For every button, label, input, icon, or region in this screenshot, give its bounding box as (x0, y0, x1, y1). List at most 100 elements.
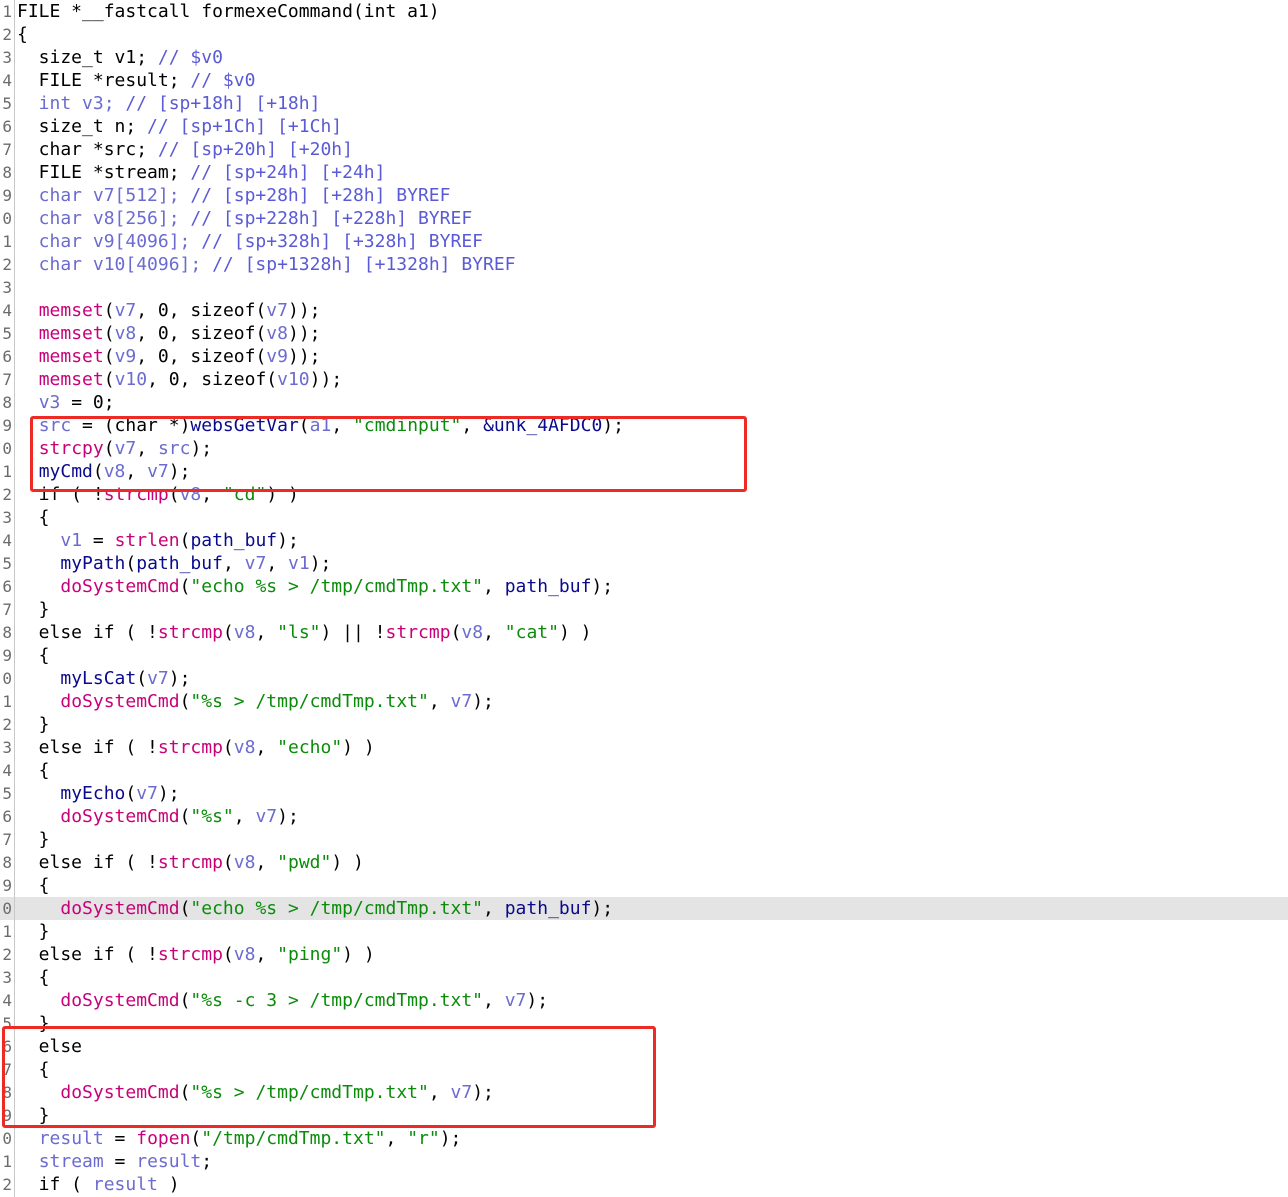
code-line[interactable]: 7 } (0, 598, 1288, 621)
code-line[interactable]: 7 memset(v10, 0, sizeof(v10)); (0, 368, 1288, 391)
code-line[interactable]: 5 int v3; // [sp+18h] [+18h] (0, 92, 1288, 115)
code-token: fopen (136, 1128, 191, 1149)
code-line[interactable]: 1 FILE *__fastcall formexeCommand(int a1) (0, 0, 1288, 23)
code-line[interactable]: 1 } (0, 920, 1288, 943)
code-line[interactable]: 3 size_t v1; // $v0 (0, 46, 1288, 69)
code-line[interactable]: 5 myEcho(v7); (0, 782, 1288, 805)
code-token: ); (591, 898, 614, 919)
code-token: // [sp+28h] [+28h] BYREF (190, 185, 451, 206)
code-token: v7 (114, 300, 137, 321)
pseudocode-view[interactable]: 1 FILE *__fastcall formexeCommand(int a1)… (0, 0, 1288, 1196)
code-token: if ( (17, 1174, 93, 1195)
code-text: char v7[512]; // [sp+28h] [+28h] BYREF (17, 184, 451, 207)
code-token: { (17, 24, 28, 45)
code-line[interactable]: 1 doSystemCmd("%s > /tmp/cmdTmp.txt", v7… (0, 690, 1288, 713)
code-token: "ls" (277, 622, 321, 643)
code-line[interactable]: 2{ (0, 23, 1288, 46)
code-token: = (82, 530, 115, 551)
code-token: ); (439, 1128, 462, 1149)
code-token: = (103, 1128, 137, 1149)
code-token: strcmp (157, 852, 223, 873)
code-line[interactable]: 0 char v8[256]; // [sp+228h] [+228h] BYR… (0, 207, 1288, 230)
code-token: ); (277, 806, 299, 827)
code-line[interactable]: 3 { (0, 966, 1288, 989)
code-line[interactable]: 4 FILE *result; // $v0 (0, 69, 1288, 92)
code-line[interactable]: 4 { (0, 759, 1288, 782)
code-line[interactable]: 0 doSystemCmd("echo %s > /tmp/cmdTmp.txt… (0, 897, 1288, 920)
code-token: "ping" (277, 944, 343, 965)
code-token: ); (526, 990, 549, 1011)
line-number: 8 (2, 853, 12, 872)
code-token: result (92, 1174, 158, 1195)
code-token: doSystemCmd (60, 898, 180, 919)
code-text: } (17, 598, 50, 621)
code-token: )); (287, 300, 321, 321)
code-line[interactable]: 7 char *src; // [sp+20h] [+20h] (0, 138, 1288, 161)
code-text: { (17, 874, 50, 897)
code-text: myPath(path_buf, v7, v1); (17, 552, 331, 575)
code-line[interactable]: 5 memset(v8, 0, sizeof(v8)); (0, 322, 1288, 345)
code-token: // [sp+1Ch] [+1Ch] (147, 116, 343, 137)
code-line[interactable]: 1 stream = result; (0, 1150, 1288, 1173)
code-line[interactable]: 2 } (0, 713, 1288, 736)
code-token: ; (201, 1151, 213, 1172)
code-token: path_buf (190, 530, 278, 551)
code-line[interactable]: 6 doSystemCmd("%s", v7); (0, 805, 1288, 828)
line-number: 3 (2, 738, 12, 757)
code-line[interactable]: 4 doSystemCmd("%s -c 3 > /tmp/cmdTmp.txt… (0, 989, 1288, 1012)
code-line[interactable]: 6 size_t n; // [sp+1Ch] [+1Ch] (0, 115, 1288, 138)
code-line[interactable]: 9 { (0, 874, 1288, 897)
code-line[interactable]: 8 else if ( !strcmp(v8, "pwd") ) (0, 851, 1288, 874)
code-text: doSystemCmd("echo %s > /tmp/cmdTmp.txt",… (17, 897, 613, 920)
line-number: 3 (2, 508, 12, 527)
code-line[interactable]: 8 v3 = 0; (0, 391, 1288, 414)
code-token: ( (103, 346, 115, 367)
code-token: FILE *__fastcall formexeCommand(int a1) (17, 1, 440, 22)
line-number: 5 (2, 324, 12, 343)
code-line[interactable]: 0 result = fopen("/tmp/cmdTmp.txt", "r")… (0, 1127, 1288, 1150)
code-token: , (385, 1128, 408, 1149)
code-text: else if ( !strcmp(v8, "ping") ) (17, 943, 375, 966)
code-line[interactable]: 6 memset(v9, 0, sizeof(v9)); (0, 345, 1288, 368)
code-text: { (17, 506, 50, 529)
code-text: { (17, 759, 50, 782)
code-line[interactable]: 9 { (0, 644, 1288, 667)
code-token: "pwd" (277, 852, 332, 873)
code-token: FILE *result; (17, 70, 191, 91)
code-line[interactable]: 8 else if ( !strcmp(v8, "ls") || !strcmp… (0, 621, 1288, 644)
code-text: } (17, 920, 50, 943)
code-line[interactable]: 4 memset(v7, 0, sizeof(v7)); (0, 299, 1288, 322)
code-line[interactable]: 5 myPath(path_buf, v7, v1); (0, 552, 1288, 575)
code-token: , 0, sizeof( (147, 369, 278, 390)
code-token: // [sp+1328h] [+1328h] BYREF (212, 254, 516, 275)
code-line[interactable]: 3 (0, 276, 1288, 299)
code-token: ( (103, 369, 115, 390)
code-line[interactable]: 4 v1 = strlen(path_buf); (0, 529, 1288, 552)
code-token: // [sp+228h] [+228h] BYREF (190, 208, 473, 229)
code-text: memset(v7, 0, sizeof(v7)); (17, 299, 321, 322)
code-line[interactable]: 8 FILE *stream; // [sp+24h] [+24h] (0, 161, 1288, 184)
code-line[interactable]: 1 char v9[4096]; // [sp+328h] [+328h] BY… (0, 230, 1288, 253)
code-token: , (255, 737, 278, 758)
code-line[interactable]: 3 else if ( !strcmp(v8, "echo") ) (0, 736, 1288, 759)
code-token: path_buf (504, 576, 592, 597)
code-line[interactable]: 7 } (0, 828, 1288, 851)
code-line[interactable]: 2 char v10[4096]; // [sp+1328h] [+1328h]… (0, 253, 1288, 276)
line-number: 3 (2, 278, 12, 297)
code-line[interactable]: 3 { (0, 506, 1288, 529)
code-token: path_buf (504, 898, 592, 919)
code-line[interactable]: 0 myLsCat(v7); (0, 667, 1288, 690)
code-line[interactable]: 2 if ( result ) (0, 1173, 1288, 1196)
line-number: 5 (2, 94, 12, 113)
code-token: int v3; (17, 93, 126, 114)
line-number: 1 (2, 1152, 12, 1171)
code-line[interactable]: 9 char v7[512]; // [sp+28h] [+28h] BYREF (0, 184, 1288, 207)
code-line[interactable]: 6 doSystemCmd("echo %s > /tmp/cmdTmp.txt… (0, 575, 1288, 598)
code-text: memset(v9, 0, sizeof(v9)); (17, 345, 321, 368)
code-line[interactable]: 2 else if ( !strcmp(v8, "ping") ) (0, 943, 1288, 966)
